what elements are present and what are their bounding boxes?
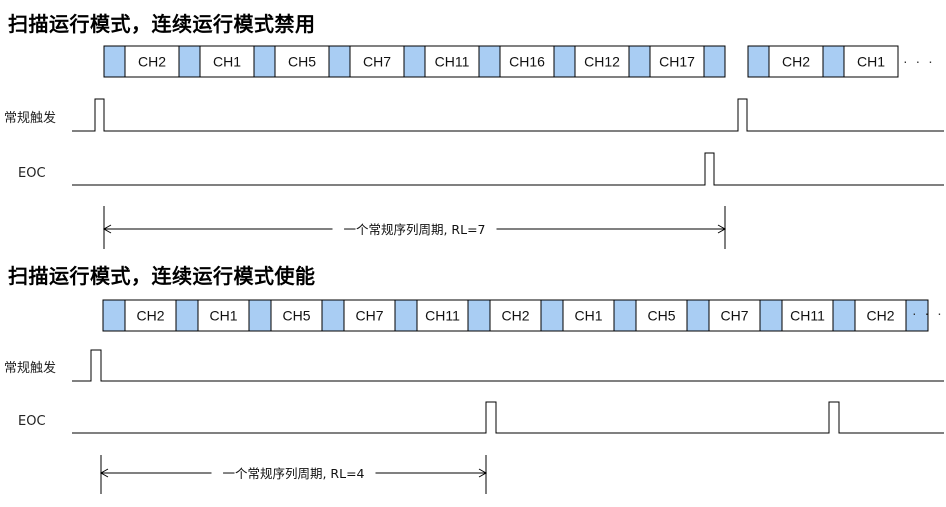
d1-channel-label: CH2 [138, 54, 166, 70]
d2-sample-block [394, 299, 418, 332]
d2-channel-label: CH11 [425, 308, 460, 324]
d2-period-label: 一个常规序列周期, RL=4 [222, 466, 364, 481]
d1-channel-label: CH7 [363, 54, 391, 70]
d2-sample-block [321, 299, 345, 332]
d1-period-label: 一个常规序列周期, RL=7 [343, 222, 485, 237]
d1-channel-label: CH16 [509, 54, 545, 70]
d2-channel-label: CH1 [209, 308, 237, 324]
d1-sample-block [703, 45, 726, 78]
d2-channel-label: CH7 [355, 308, 383, 324]
d2-sample-block [175, 299, 199, 332]
d1-next-sample-block [747, 45, 770, 78]
d2-sample-block [759, 299, 783, 332]
d1-next-channel-label: CH1 [857, 54, 885, 70]
d1-sample-block [253, 45, 276, 78]
d1-channel-label: CH11 [435, 54, 470, 70]
d2-sample-block [248, 299, 272, 332]
d1-sample-block [628, 45, 651, 78]
d2-channel-label: CH2 [136, 308, 164, 324]
d1-ellipsis: · · · [903, 53, 935, 69]
d2-channel-label: CH5 [282, 308, 310, 324]
d1-trigger-waveform [72, 98, 944, 132]
d1-channel-label: CH1 [213, 54, 241, 70]
d1-sample-block [553, 45, 576, 78]
d2-ellipsis: · · · [912, 305, 944, 321]
d1-sample-block [403, 45, 426, 78]
d1-channel-label: CH17 [659, 54, 695, 70]
d2-channel-label: CH7 [720, 308, 748, 324]
d2-sample-block [686, 299, 710, 332]
d1-channel-label: CH5 [288, 54, 316, 70]
d2-sample-block [540, 299, 564, 332]
d1-next-sample-block [822, 45, 845, 78]
d1-sample-block [328, 45, 351, 78]
d2-trigger-waveform [72, 349, 944, 382]
d2-channel-label: CH5 [647, 308, 675, 324]
d2-channel-label: CH1 [574, 308, 602, 324]
d2-sample-block [832, 299, 856, 332]
d1-channel-label: CH12 [584, 54, 620, 70]
d1-next-channel-label: CH2 [782, 54, 810, 70]
d1-eoc-waveform [72, 152, 944, 186]
d1-sample-block [178, 45, 201, 78]
d2-sample-block [613, 299, 637, 332]
d2-sample-block [102, 299, 126, 332]
timing-diagram: CH2 CH1 CH5 CH7 CH11 CH16 CH12 CH17 CH2 CH1 · · · 一… [72, 45, 944, 494]
d2-channel-label: CH2 [501, 308, 529, 324]
d1-sample-block [478, 45, 501, 78]
d2-channel-label: CH11 [790, 308, 825, 324]
d2-channel-label: CH2 [866, 308, 894, 324]
d2-sample-block [467, 299, 491, 332]
d1-sample-block [103, 45, 126, 78]
d2-eoc-waveform [72, 401, 944, 434]
